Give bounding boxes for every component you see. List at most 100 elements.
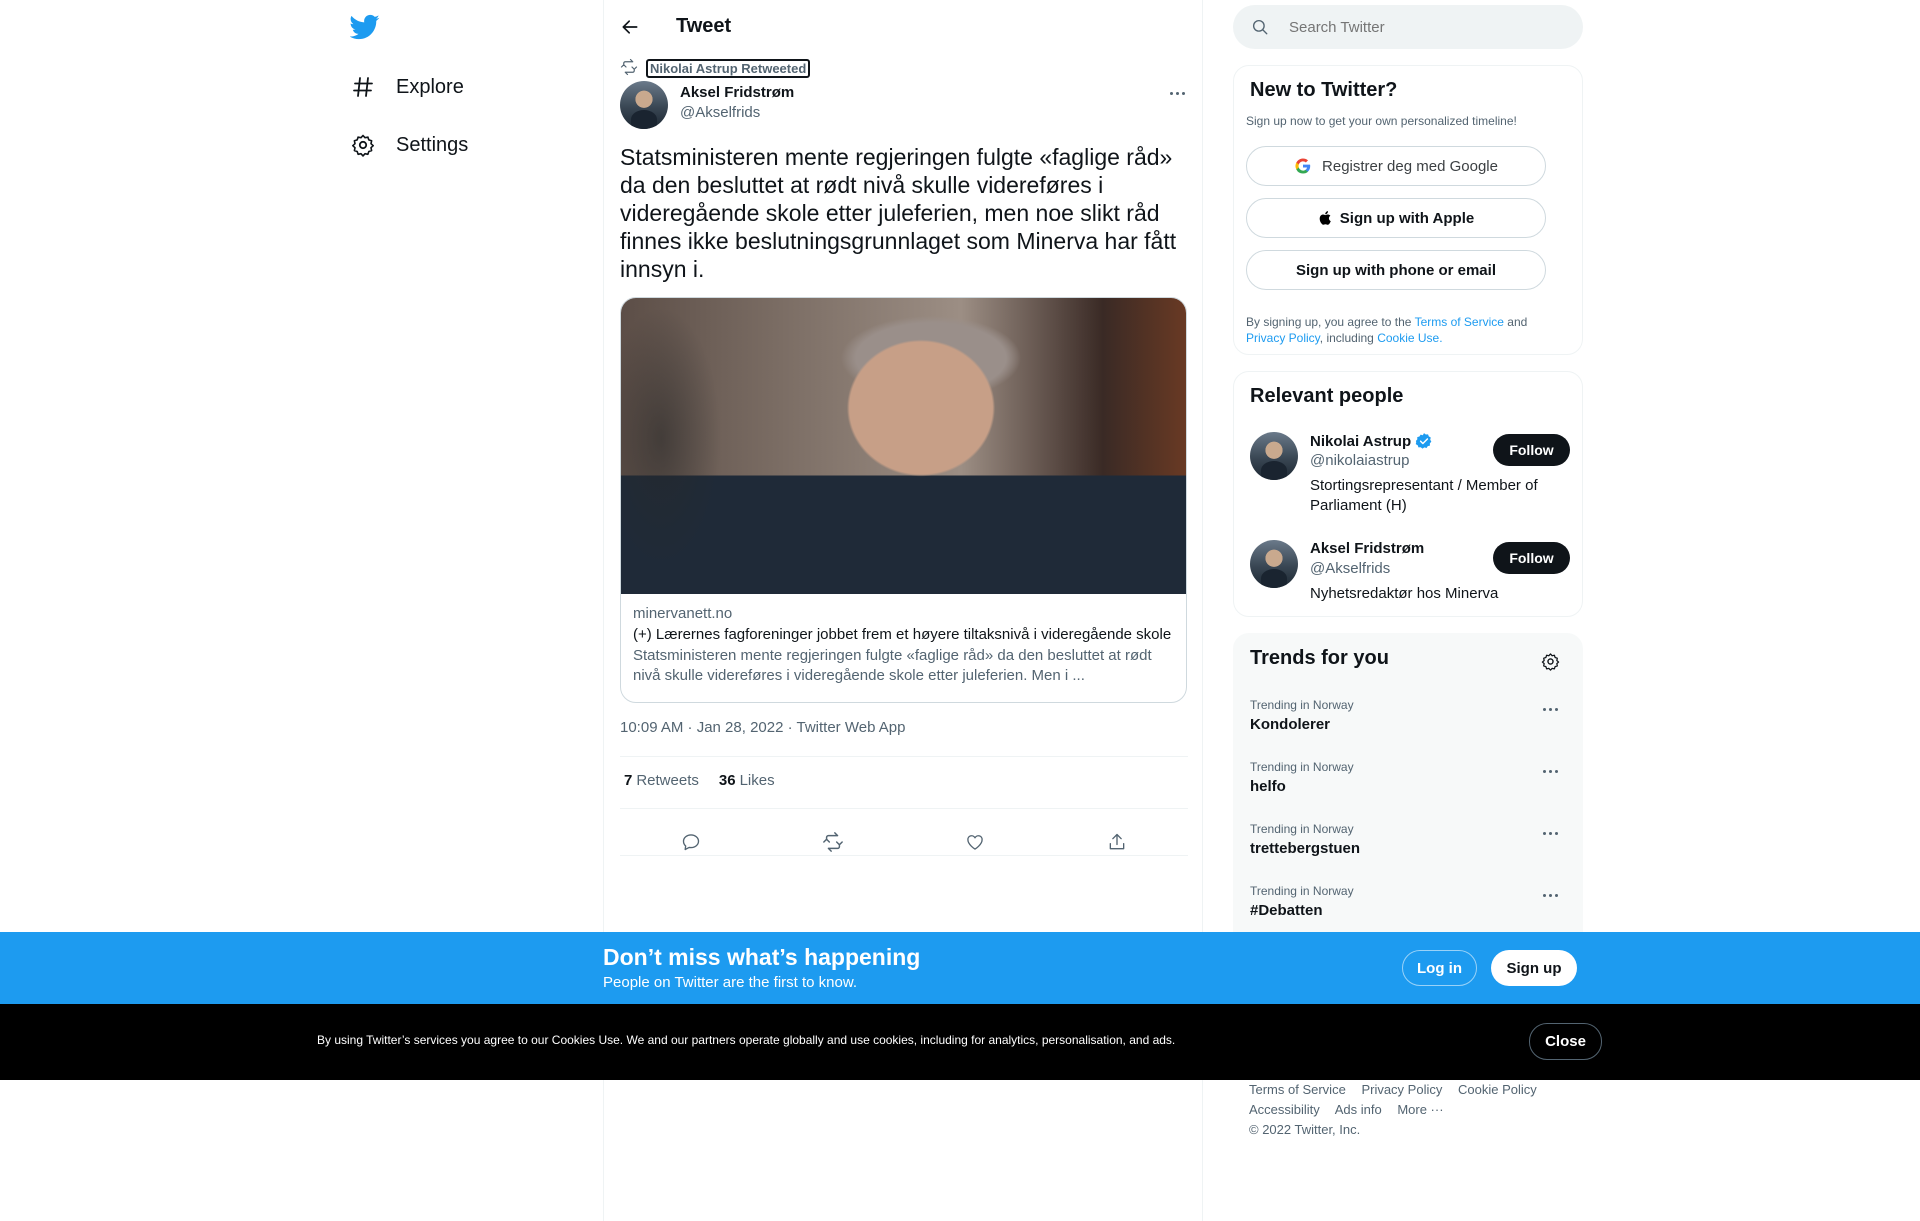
author-handle[interactable]: @Akselfrids — [680, 104, 760, 121]
person-bio: Stortingsrepresentant / Member of Parlia… — [1310, 477, 1538, 514]
relevant-people-panel: Relevant people Nikolai Astrup @nikolaia… — [1233, 371, 1583, 617]
new-to-twitter-panel: New to Twitter? Sign up now to get your … — [1233, 65, 1583, 355]
legal-and: and — [1507, 315, 1528, 329]
avatar[interactable] — [1250, 432, 1298, 480]
signup-button[interactable]: Sign up — [1491, 950, 1577, 986]
google-icon — [1294, 157, 1312, 175]
trends-settings-gear-icon[interactable] — [1537, 648, 1563, 674]
login-banner: Don’t miss what’s happening People on Tw… — [0, 932, 1920, 1004]
nav-settings[interactable]: Settings — [350, 121, 468, 169]
divider — [620, 808, 1188, 809]
more-options-icon[interactable] — [1543, 894, 1558, 897]
copyright: © 2022 Twitter, Inc. — [1249, 1122, 1361, 1137]
person-handle: @nikolaiastrup — [1310, 452, 1410, 469]
google-signup-label: Registrer deg med Google — [1322, 157, 1498, 175]
tweet-meta: 10:09 AM · Jan 28, 2022 · Twitter Web Ap… — [620, 719, 906, 736]
link-card[interactable]: minervanett.no (+) Lærernes fagforeninge… — [620, 297, 1187, 703]
person-card[interactable]: Aksel Fridstrøm @Akselfrids Nyhetsredakt… — [1250, 540, 1570, 620]
apple-icon — [1318, 209, 1334, 227]
signup-legal: By signing up, you agree to the Terms of… — [1246, 314, 1566, 346]
footer-privacy-link[interactable]: Privacy Policy — [1361, 1082, 1442, 1097]
page-title: Tweet — [676, 15, 732, 37]
trend-item[interactable]: Trending in Norway Kondolerer — [1234, 686, 1582, 748]
avatar[interactable] — [1250, 540, 1298, 588]
trend-item[interactable]: Trending in Norway helfo — [1234, 748, 1582, 810]
retweet-icon[interactable] — [817, 826, 849, 858]
footer-accessibility-link[interactable]: Accessibility — [1249, 1102, 1320, 1117]
person-card[interactable]: Nikolai Astrup @nikolaiastrup Stortingsr… — [1250, 432, 1570, 514]
cookie-close-button[interactable]: Close — [1529, 1023, 1602, 1060]
relevant-people-title: Relevant people — [1250, 385, 1404, 407]
more-options-icon[interactable] — [1170, 92, 1185, 95]
hashtag-icon — [350, 74, 376, 100]
trends-title: Trends for you — [1250, 647, 1389, 669]
divider — [620, 855, 1188, 856]
gear-icon — [350, 132, 376, 158]
twitter-bird-icon[interactable] — [349, 12, 382, 44]
trend-context: Trending in Norway — [1250, 822, 1354, 836]
follow-button[interactable]: Follow — [1493, 434, 1570, 466]
retweets-stat[interactable]: 7 Retweets — [624, 772, 699, 789]
nav-explore-label: Explore — [396, 75, 464, 98]
trend-context: Trending in Norway — [1250, 760, 1354, 774]
card-description: Statsministeren mente regjeringen fulgte… — [633, 647, 1152, 684]
nav-explore[interactable]: Explore — [350, 63, 464, 111]
tweet-text: Statsministeren mente regjeringen fulgte… — [620, 144, 1177, 282]
search-bar[interactable] — [1233, 5, 1583, 49]
back-arrow-icon[interactable] — [614, 11, 646, 43]
login-banner-subtitle: People on Twitter are the first to know. — [603, 974, 858, 991]
person-name: Nikolai Astrup — [1310, 432, 1412, 450]
footer-ads-info-link[interactable]: Ads info — [1335, 1102, 1382, 1117]
more-options-icon[interactable] — [1543, 832, 1558, 835]
footer-more-link[interactable]: More ··· — [1397, 1102, 1443, 1117]
person-name: Aksel Fridstrøm — [1310, 540, 1425, 557]
author-name[interactable]: Aksel Fridstrøm — [680, 84, 794, 101]
new-to-twitter-subtitle: Sign up now to get your own personalized… — [1246, 114, 1517, 128]
search-input[interactable] — [1289, 18, 1539, 36]
trends-panel: Trends for you Trending in Norway Kondol… — [1233, 633, 1583, 948]
phone-signup-button[interactable]: Sign up with phone or email — [1246, 250, 1546, 290]
like-heart-icon[interactable] — [959, 826, 991, 858]
card-title: (+) Lærernes fagforeninger jobbet frem e… — [633, 626, 1172, 643]
trend-item[interactable]: Trending in Norway #Debatten — [1234, 872, 1582, 934]
retweet-icon — [620, 58, 638, 79]
nav-settings-label: Settings — [396, 133, 469, 156]
follow-button[interactable]: Follow — [1493, 542, 1570, 574]
trend-context: Trending in Norway — [1250, 884, 1354, 898]
person-handle: @Akselfrids — [1310, 560, 1391, 577]
login-banner-title: Don’t miss what’s happening — [603, 944, 921, 970]
google-signup-button[interactable]: Registrer deg med Google — [1246, 146, 1546, 186]
card-domain: minervanett.no — [633, 605, 733, 622]
cookie-banner-text: By using Twitter’s services you agree to… — [317, 1033, 1176, 1047]
tweet-stats: 7 Retweets 36 Likes — [624, 772, 775, 789]
trend-context: Trending in Norway — [1250, 698, 1354, 712]
new-to-twitter-title: New to Twitter? — [1250, 79, 1398, 101]
likes-count: 36 — [718, 772, 736, 789]
terms-link[interactable]: Terms of Service — [1415, 315, 1504, 329]
login-button[interactable]: Log in — [1402, 950, 1477, 986]
more-options-icon[interactable] — [1543, 770, 1558, 773]
cookie-use-link[interactable]: Cookie Use. — [1377, 331, 1442, 345]
retweets-label: Retweets — [636, 772, 699, 789]
author-avatar[interactable] — [620, 81, 668, 129]
trend-name: #Debatten — [1250, 902, 1323, 919]
trend-item[interactable]: Trending in Norway trettebergstuen — [1234, 810, 1582, 872]
trend-name: Kondolerer — [1250, 716, 1331, 733]
retweets-count: 7 — [624, 772, 633, 789]
footer-cookie-link[interactable]: Cookie Policy — [1458, 1082, 1537, 1097]
card-image — [621, 298, 1186, 594]
divider — [620, 756, 1188, 757]
share-icon[interactable] — [1101, 826, 1133, 858]
footer-terms-link[interactable]: Terms of Service — [1249, 1082, 1346, 1097]
person-bio: Nyhetsredaktør hos Minerva — [1310, 585, 1499, 602]
footer-links: Terms of Service Privacy Policy Cookie P… — [1249, 1080, 1549, 1140]
privacy-link[interactable]: Privacy Policy — [1246, 331, 1320, 345]
likes-stat[interactable]: 36 Likes — [719, 772, 775, 789]
cookie-banner: By using Twitter’s services you agree to… — [0, 1004, 1920, 1080]
tweet-actions — [620, 818, 1188, 866]
apple-signup-button[interactable]: Sign up with Apple — [1246, 198, 1546, 238]
more-options-icon[interactable] — [1543, 708, 1558, 711]
reply-icon[interactable] — [675, 826, 707, 858]
retweeted-by-link[interactable]: Nikolai Astrup Retweeted — [646, 59, 811, 78]
legal-prefix: By signing up, you agree to the — [1246, 315, 1412, 329]
